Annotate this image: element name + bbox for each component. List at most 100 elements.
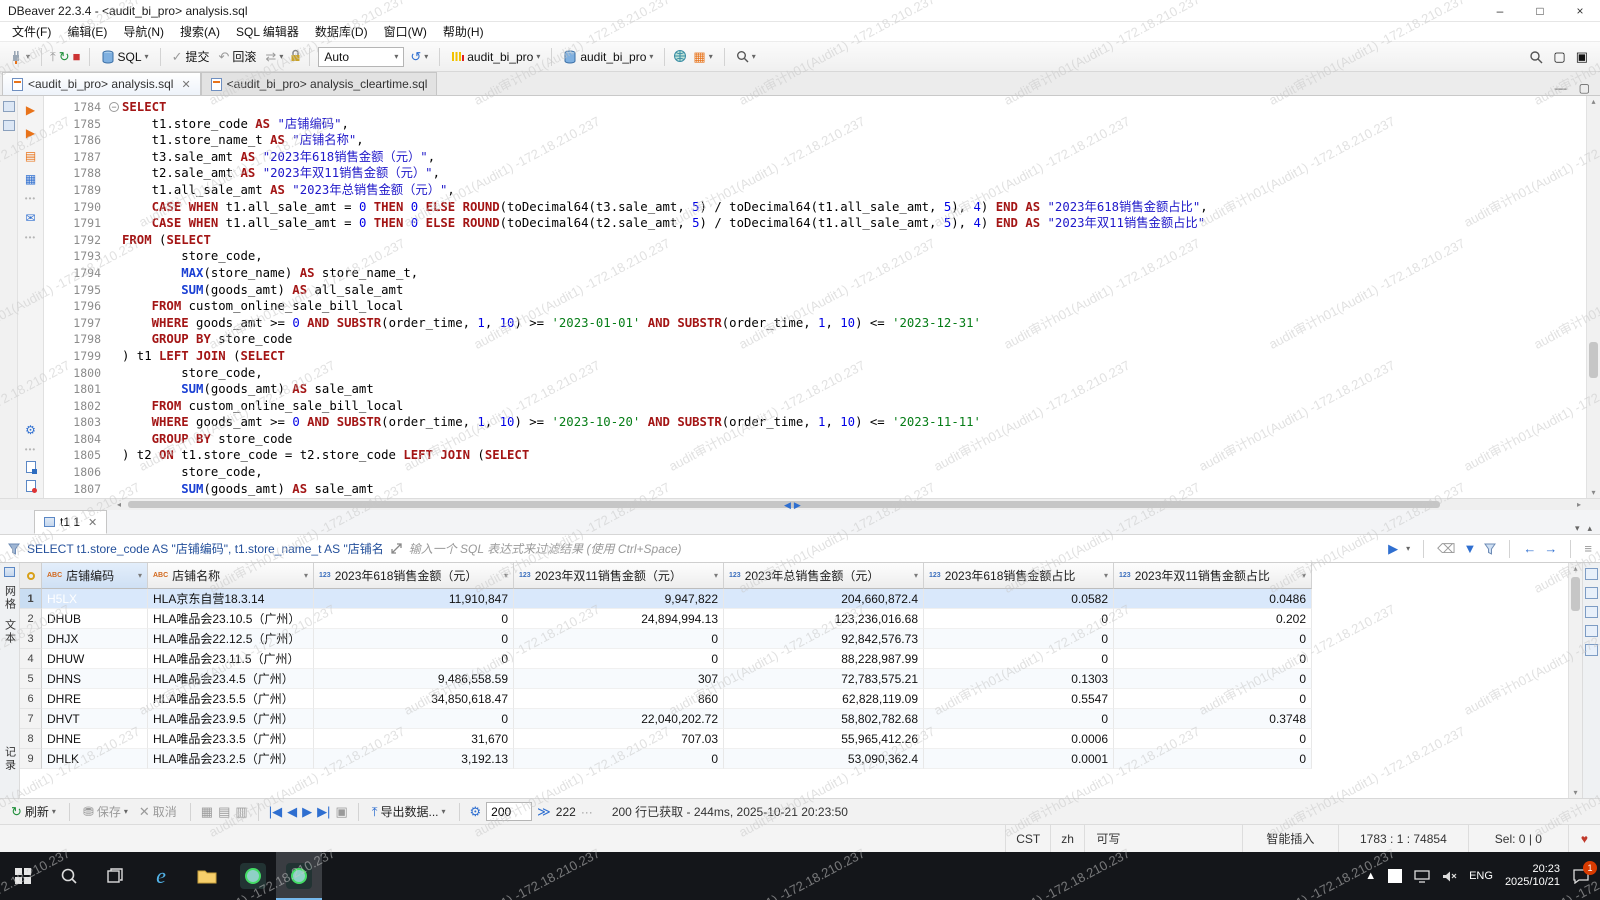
value-viewer-panel-icon[interactable]	[1585, 568, 1598, 580]
tab-analysis-sql[interactable]: <audit_bi_pro> analysis.sql ✕	[2, 72, 201, 95]
add-row-icon[interactable]: ▦	[201, 805, 213, 818]
tray-expand-icon[interactable]: ▲	[1365, 870, 1376, 882]
scroll-down-icon[interactable]: ▾	[1587, 488, 1600, 497]
presentation-tab-grid[interactable]: 网格	[2, 585, 18, 611]
layout-icon[interactable]: ▣	[1576, 50, 1588, 63]
grid-cell[interactable]: 62,828,119.09	[724, 689, 924, 709]
grid-cell[interactable]: DHJX	[42, 629, 148, 649]
explain-plan-icon[interactable]: ▦	[23, 171, 39, 187]
delete-row-icon[interactable]: ▥	[235, 805, 247, 818]
grid-cell[interactable]: 0	[1114, 689, 1312, 709]
grid-settings-icon[interactable]: ⚙	[470, 805, 482, 818]
column-header[interactable]: ABC店铺名称▾	[148, 563, 314, 589]
grid-cell[interactable]: HLA唯品会23.9.5（广州）	[148, 709, 314, 729]
column-header[interactable]: 1232023年双11销售金额（元）▾	[514, 563, 724, 589]
fetch-size-input[interactable]	[486, 802, 532, 821]
network-icon[interactable]	[1414, 870, 1430, 883]
menu-item[interactable]: 文件(F)	[4, 21, 59, 42]
grid-cell[interactable]: HLA唯品会23.3.5（广州）	[148, 729, 314, 749]
row-number[interactable]: 8	[20, 729, 42, 749]
grid-cell[interactable]: 34,850,618.47	[314, 689, 514, 709]
grid-cell[interactable]: HLA唯品会23.5.5（广州）	[148, 689, 314, 709]
transaction-mode-button[interactable]: ⇄▾	[262, 48, 286, 65]
grid-cell[interactable]: HLA唯品会23.11.5（广州）	[148, 649, 314, 669]
clear-filter-icon[interactable]: ⌫	[1437, 542, 1455, 555]
app-button-dbeaver-active[interactable]	[276, 852, 322, 900]
grid-cell[interactable]: 58,802,782.68	[724, 709, 924, 729]
first-row-icon[interactable]: |◀	[269, 805, 282, 818]
tab-close-icon[interactable]: ✕	[88, 516, 97, 529]
grid-cell[interactable]: 3,192.13	[314, 749, 514, 769]
commit-button[interactable]: ✓提交	[169, 46, 213, 67]
grid-cell[interactable]: 72,783,575.21	[724, 669, 924, 689]
input-language[interactable]: ENG	[1469, 870, 1493, 882]
grid-cell[interactable]: 0	[1114, 669, 1312, 689]
grid-cell[interactable]: 0	[514, 749, 724, 769]
minimize-editor-icon[interactable]: —	[1555, 81, 1567, 95]
calc-panel-icon[interactable]	[1585, 587, 1598, 599]
filter-query-text[interactable]: SELECT t1.store_code AS "店铺编码", t1.store…	[27, 540, 384, 557]
grid-cell[interactable]: 123,236,016.68	[724, 609, 924, 629]
grid-cell[interactable]: 0	[314, 609, 514, 629]
grid-cell[interactable]: HLA京东自营18.3.14	[148, 589, 314, 609]
grid-cell[interactable]: 0.0582	[924, 589, 1114, 609]
database-select[interactable]: audit_bi_pro▾	[560, 48, 656, 66]
scroll-up-icon[interactable]: ▴	[1587, 97, 1600, 106]
scroll-down-icon[interactable]: ▾	[1569, 788, 1582, 797]
grid-cell[interactable]: 55,965,412.26	[724, 729, 924, 749]
grid-cell[interactable]: DHLK	[42, 749, 148, 769]
grid-cell[interactable]: 0	[314, 649, 514, 669]
grid-cell[interactable]: H5LX	[42, 589, 148, 609]
row-number[interactable]: 4	[20, 649, 42, 669]
editor-settings-icon[interactable]: ⚙	[23, 422, 39, 438]
script-record-icon[interactable]	[26, 480, 36, 492]
grid-cell[interactable]: HLA唯品会23.10.5（广州）	[148, 609, 314, 629]
row-number[interactable]: 5	[20, 669, 42, 689]
grid-cell[interactable]: 860	[514, 689, 724, 709]
reconnect-icon[interactable]: ↻	[59, 50, 70, 63]
maximize-button[interactable]: □	[1520, 0, 1560, 21]
column-header[interactable]: ABC店铺编码▾	[42, 563, 148, 589]
grid-cell[interactable]: 0	[1114, 729, 1312, 749]
task-view-button[interactable]	[92, 852, 138, 900]
quick-search-icon[interactable]	[1529, 50, 1543, 64]
column-menu-icon[interactable]: ▾	[304, 571, 308, 580]
menu-item[interactable]: 搜索(A)	[172, 21, 228, 42]
grid-cell[interactable]: 0.5547	[924, 689, 1114, 709]
menu-item[interactable]: 数据库(D)	[307, 21, 376, 42]
scrollbar-thumb[interactable]	[1571, 577, 1580, 611]
history-forward-icon[interactable]: →	[1544, 542, 1557, 555]
results-tab-t1[interactable]: t1 1 ✕	[34, 510, 107, 534]
grid-cell[interactable]: 31,670	[314, 729, 514, 749]
prev-row-icon[interactable]: ◀	[287, 805, 297, 818]
grid-corner-cell[interactable]	[20, 563, 42, 589]
volume-icon[interactable]	[1442, 870, 1457, 883]
taskbar-search-button[interactable]	[46, 852, 92, 900]
projects-panel-icon[interactable]	[3, 120, 15, 131]
grid-cell[interactable]: 707.03	[514, 729, 724, 749]
column-header[interactable]: 1232023年双11销售金额占比▾	[1114, 563, 1312, 589]
grid-cell[interactable]: DHVT	[42, 709, 148, 729]
column-header[interactable]: 1232023年618销售金额占比▾	[924, 563, 1114, 589]
grid-cell[interactable]: 0	[514, 649, 724, 669]
scroll-up-icon[interactable]: ▴	[1569, 564, 1582, 573]
file-explorer-button[interactable]	[184, 852, 230, 900]
panel-expand-icon[interactable]: ▴	[1587, 523, 1592, 534]
presentation-tab-text[interactable]: 文本	[2, 619, 18, 645]
filter-settings-icon[interactable]	[1484, 543, 1496, 555]
search-button[interactable]: ▾	[733, 48, 759, 65]
grid-cell[interactable]: DHNE	[42, 729, 148, 749]
overflow-menu-icon[interactable]: ···	[581, 805, 593, 819]
fetch-all-icon[interactable]: ≫	[537, 805, 551, 818]
expand-filter-icon[interactable]	[391, 543, 402, 554]
column-menu-icon[interactable]: ▾	[138, 571, 142, 580]
grid-cell[interactable]: HLA唯品会23.4.5（广州）	[148, 669, 314, 689]
next-row-icon[interactable]: ▶	[302, 805, 312, 818]
grid-cell[interactable]: 204,660,872.4	[724, 589, 924, 609]
support-heart-icon[interactable]: ♥	[1568, 825, 1600, 852]
column-menu-icon[interactable]: ▾	[914, 571, 918, 580]
result-grid[interactable]: ABC店铺编码▾ABC店铺名称▾1232023年618销售金额（元）▾12320…	[20, 563, 1568, 798]
column-menu-icon[interactable]: ▾	[1104, 571, 1108, 580]
column-menu-icon[interactable]: ▾	[1302, 571, 1306, 580]
fold-marker-icon[interactable]: −	[109, 102, 119, 112]
